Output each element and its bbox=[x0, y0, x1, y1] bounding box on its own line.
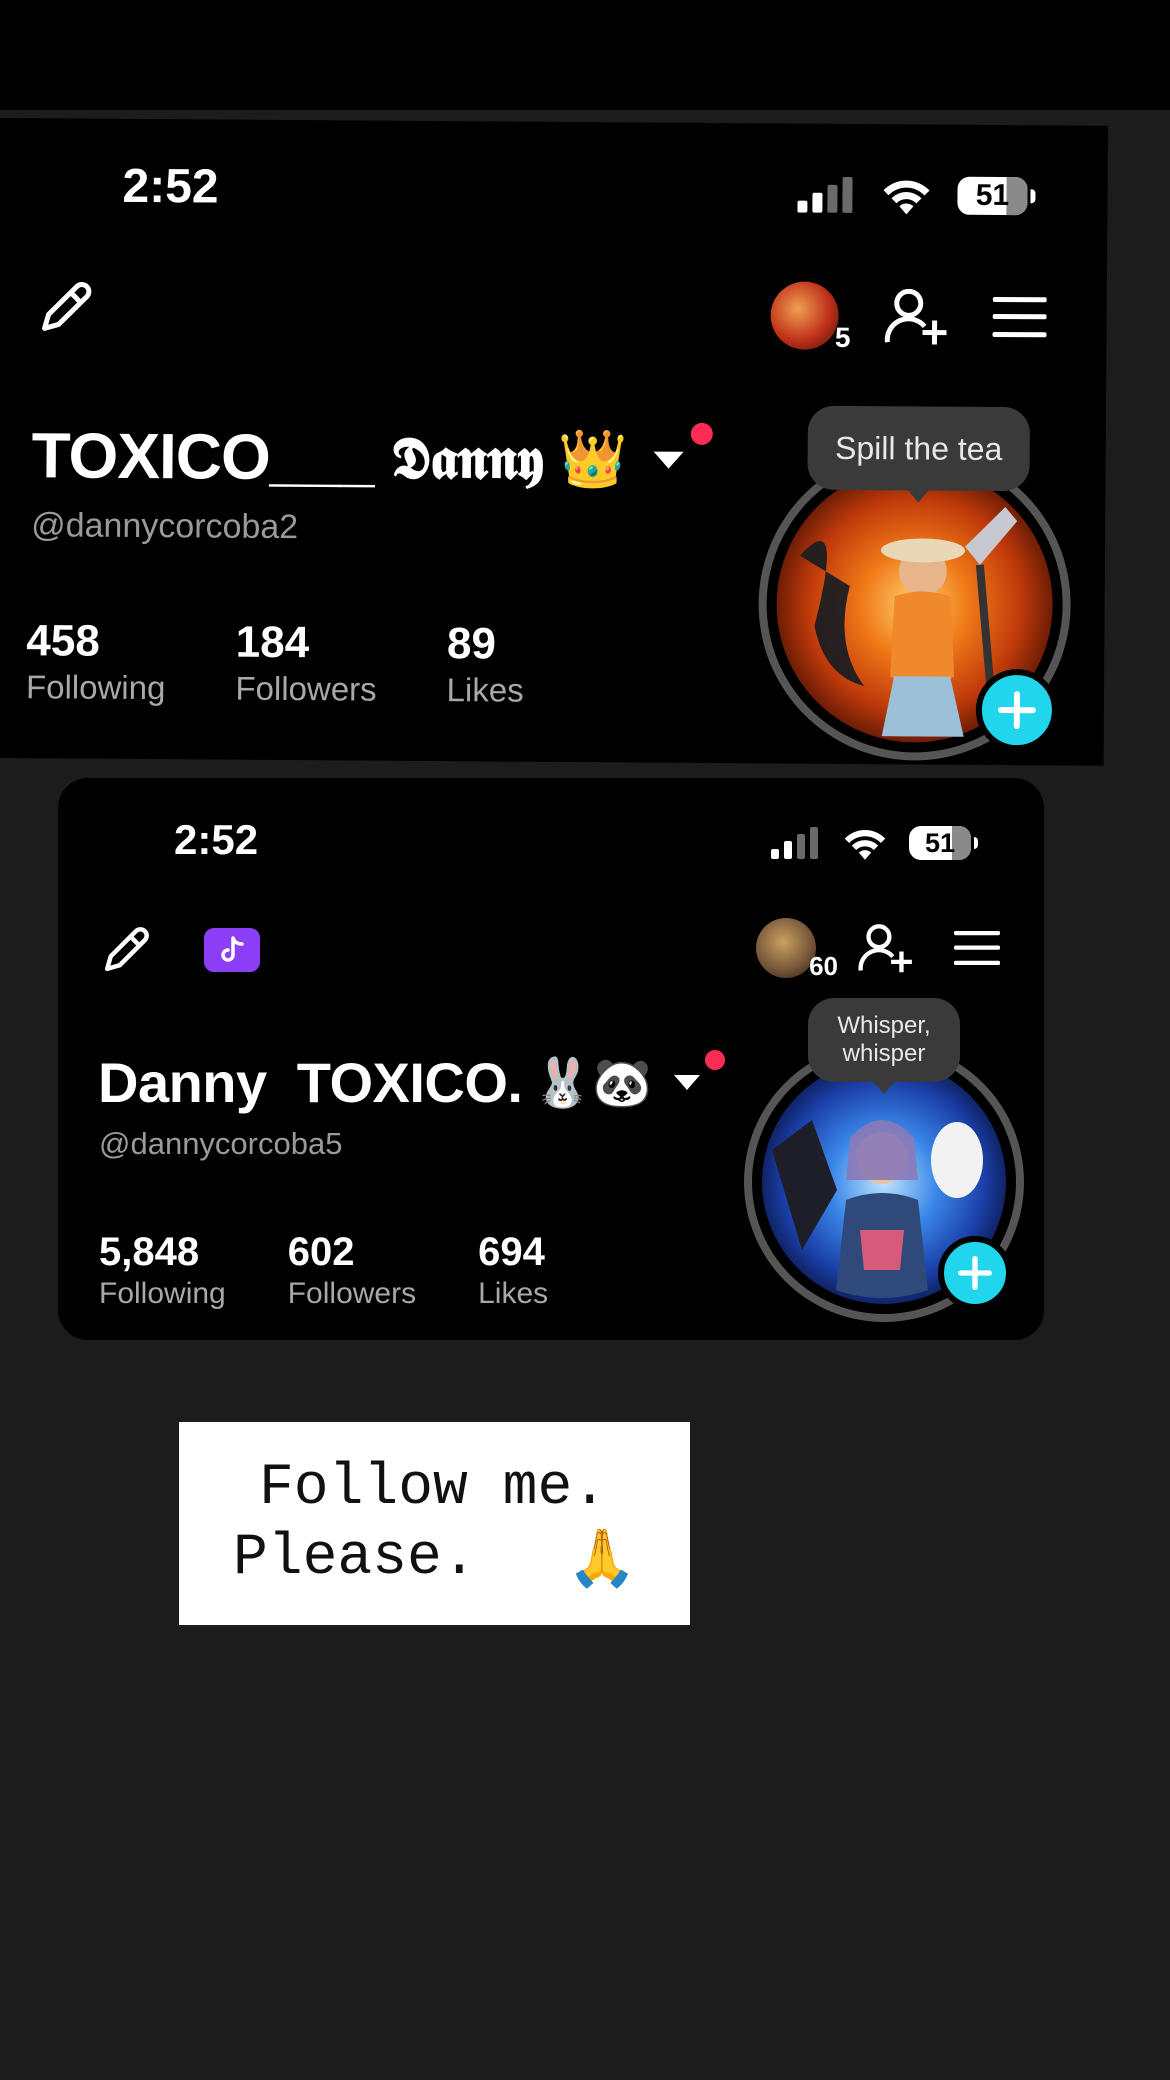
plus-icon bbox=[958, 1256, 992, 1290]
tiktok-badge-button[interactable] bbox=[204, 928, 260, 972]
note-bubble-line1: Whisper, bbox=[837, 1012, 931, 1039]
note-bubble-text: Spill the tea bbox=[834, 429, 1003, 468]
stat-label: Following bbox=[25, 668, 166, 707]
profile-name-script: 𝕯𝖆𝖓𝖓𝖞 bbox=[391, 423, 544, 493]
wifi-icon bbox=[883, 180, 930, 215]
profile-emojis: 🐰🐼 bbox=[532, 1055, 653, 1111]
stat-value: 89 bbox=[446, 619, 497, 669]
stat-label: Likes bbox=[478, 1277, 549, 1310]
profile-screenshot-2: 2:52 51 60 Danny TOXICO. 🐰🐼 @dannycorcob… bbox=[58, 778, 1044, 1340]
stat-label: Followers bbox=[287, 1277, 417, 1310]
stat-value: 184 bbox=[235, 617, 310, 668]
stat-followers[interactable]: 184 Followers bbox=[235, 618, 377, 709]
pencil-icon bbox=[104, 927, 149, 972]
praying-hands-emoji: 🙏 bbox=[567, 1526, 637, 1591]
status-icons: 51 bbox=[771, 826, 978, 860]
stat-value: 602 bbox=[287, 1230, 355, 1274]
stat-label: Likes bbox=[446, 671, 524, 709]
status-time: 2:52 bbox=[122, 159, 219, 214]
top-nav-actions: 60 bbox=[756, 918, 1000, 981]
account-switch-caret-icon[interactable] bbox=[653, 422, 713, 469]
note-bubble[interactable]: Whisper, whisper bbox=[808, 998, 960, 1094]
stat-value: 458 bbox=[26, 616, 100, 666]
plus-icon bbox=[997, 691, 1036, 730]
top-nav-actions: 5 bbox=[770, 281, 1047, 353]
signal-icon bbox=[771, 827, 818, 859]
friends-avatar-button[interactable]: 5 bbox=[770, 281, 851, 353]
crown-emoji: 👑 bbox=[557, 426, 628, 493]
signal-icon bbox=[797, 176, 853, 213]
stat-value: 694 bbox=[478, 1230, 545, 1274]
tiktok-icon bbox=[221, 936, 244, 962]
notification-dot bbox=[705, 1050, 726, 1070]
profile-stats: 458 Following 184 Followers 89 Likes bbox=[26, 616, 524, 709]
battery-icon: 51 bbox=[957, 176, 1036, 216]
battery-icon: 51 bbox=[909, 826, 978, 860]
stat-likes[interactable]: 89 Likes bbox=[446, 619, 524, 710]
profile-screenshot-1: 2:52 51 5 TOXICO___ 𝕯𝖆𝖓𝖓𝖞 👑 @dannycorcob… bbox=[0, 118, 1108, 766]
profile-name: TOXICO___ bbox=[31, 419, 374, 494]
friends-avatar-button[interactable]: 60 bbox=[756, 918, 838, 981]
add-story-button[interactable] bbox=[975, 668, 1059, 752]
friends-count: 60 bbox=[809, 951, 838, 981]
stat-followers[interactable]: 602 Followers bbox=[288, 1230, 416, 1311]
edit-profile-button[interactable] bbox=[36, 278, 94, 341]
pencil-icon bbox=[42, 282, 92, 331]
friends-count: 5 bbox=[834, 321, 851, 353]
account-switch-caret-icon[interactable] bbox=[674, 1050, 726, 1090]
profile-avatar-area: Spill the tea bbox=[753, 405, 1075, 767]
status-icons: 51 bbox=[797, 176, 1036, 216]
note-bubble[interactable]: Spill the tea bbox=[807, 405, 1031, 492]
edit-profile-button[interactable] bbox=[100, 924, 152, 981]
profile-handle: @dannycorcoba5 bbox=[99, 1126, 343, 1161]
stat-label: Followers bbox=[235, 669, 377, 708]
battery-level: 51 bbox=[975, 178, 1010, 213]
profile-name-row[interactable]: TOXICO___ 𝕯𝖆𝖓𝖓𝖞 👑 bbox=[31, 418, 713, 497]
caption-sticker: Follow me. Please. 🙏 bbox=[179, 1422, 690, 1625]
profile-stats: 5,848 Following 602 Followers 694 Likes bbox=[99, 1230, 548, 1311]
profile-name: Danny TOXICO. bbox=[98, 1051, 523, 1114]
stat-value: 5,848 bbox=[99, 1230, 200, 1274]
menu-icon[interactable] bbox=[954, 929, 1000, 967]
add-friend-icon[interactable] bbox=[858, 922, 912, 974]
profile-avatar-area: Whisper, whisper bbox=[742, 998, 1026, 1324]
battery-level: 51 bbox=[924, 828, 956, 858]
notification-dot bbox=[690, 422, 713, 445]
caption-line-2: Please. bbox=[233, 1526, 477, 1591]
add-story-button[interactable] bbox=[938, 1236, 1012, 1310]
stat-likes[interactable]: 694 Likes bbox=[478, 1230, 548, 1311]
note-bubble-line2: whisper bbox=[842, 1040, 926, 1067]
menu-icon[interactable] bbox=[992, 295, 1047, 339]
status-time: 2:52 bbox=[174, 816, 259, 863]
wifi-icon bbox=[844, 830, 886, 860]
top-band bbox=[0, 0, 1170, 110]
stat-following[interactable]: 458 Following bbox=[26, 616, 166, 707]
profile-handle: @dannycorcoba2 bbox=[31, 506, 299, 547]
stat-label: Following bbox=[99, 1277, 226, 1310]
profile-name-row[interactable]: Danny TOXICO. 🐰🐼 bbox=[98, 1050, 726, 1115]
stat-following[interactable]: 5,848 Following bbox=[99, 1230, 226, 1311]
add-friend-icon[interactable] bbox=[884, 286, 947, 346]
caption-line-1: Follow me. bbox=[259, 1456, 608, 1521]
